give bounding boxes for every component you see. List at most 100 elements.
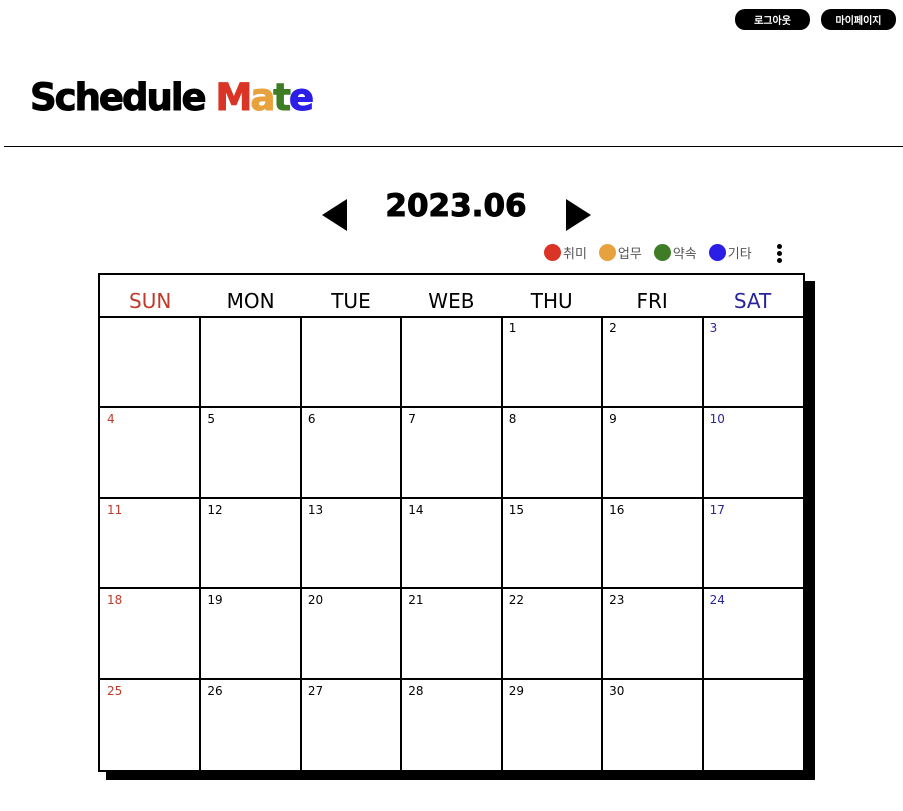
weekday-label: THU bbox=[530, 289, 573, 313]
day-number: 23 bbox=[609, 593, 625, 608]
legend-color-dot bbox=[544, 244, 561, 261]
day-cell[interactable]: 27 bbox=[301, 679, 403, 770]
day-number: 20 bbox=[307, 593, 324, 608]
day-cell[interactable]: 9 bbox=[602, 406, 704, 499]
day-number: 5 bbox=[207, 411, 216, 426]
day-number: 27 bbox=[307, 684, 324, 699]
day-cell[interactable]: 17 bbox=[702, 498, 803, 590]
month-title: 2023.06 bbox=[385, 188, 527, 225]
day-cell[interactable] bbox=[300, 316, 403, 408]
day-number: 12 bbox=[207, 502, 223, 517]
day-cell[interactable] bbox=[401, 316, 503, 408]
logo-letter: t bbox=[273, 76, 292, 120]
app-logo[interactable]: Schedule Mate bbox=[30, 76, 315, 120]
day-cell[interactable]: 11 bbox=[100, 497, 202, 590]
weekday-label: TUE bbox=[331, 289, 371, 313]
logo-letter: e bbox=[288, 76, 314, 120]
day-number: 13 bbox=[307, 502, 324, 517]
day-cell[interactable]: 30 bbox=[602, 679, 704, 770]
day-number: 29 bbox=[508, 684, 524, 699]
calendar-grid: 1 2 3 4 5 6 7 8 9 10 11 12 13 14 15 16 17 18 19 20 21 22 23 24 2… bbox=[100, 316, 803, 770]
day-number: 9 bbox=[609, 411, 617, 426]
day-number: 1 bbox=[508, 321, 517, 335]
day-cell[interactable]: 1 bbox=[501, 316, 604, 408]
day-cell[interactable]: 18 bbox=[100, 588, 202, 681]
logo-letter: a bbox=[250, 76, 276, 120]
legend-item[interactable]: 취미 bbox=[544, 243, 587, 262]
day-number: 24 bbox=[709, 593, 725, 608]
day-number: 3 bbox=[709, 321, 718, 335]
day-cell[interactable]: 13 bbox=[300, 497, 403, 590]
day-number: 2 bbox=[609, 321, 617, 335]
more-options-icon[interactable] bbox=[774, 244, 784, 264]
logo-colored-word: Mate bbox=[215, 76, 315, 120]
day-cell[interactable]: 15 bbox=[501, 497, 604, 590]
legend-color-dot bbox=[598, 244, 616, 261]
day-number: 7 bbox=[408, 411, 416, 426]
day-cell[interactable]: 2 bbox=[602, 316, 704, 408]
day-number: 8 bbox=[508, 411, 517, 426]
next-month-arrow-icon[interactable] bbox=[566, 199, 591, 231]
weekday-label: SUN bbox=[129, 289, 172, 313]
legend-item[interactable]: 약속 bbox=[653, 243, 697, 262]
day-number: 19 bbox=[207, 593, 223, 608]
day-cell[interactable]: 16 bbox=[602, 497, 704, 590]
weekday-label: SAT bbox=[733, 289, 772, 313]
legend-item[interactable]: 기타 bbox=[708, 243, 752, 262]
day-number: 14 bbox=[408, 502, 424, 517]
day-cell[interactable]: 25 bbox=[100, 679, 202, 770]
legend-color-dot bbox=[653, 244, 671, 261]
day-number: 21 bbox=[408, 593, 424, 608]
day-number: 26 bbox=[207, 684, 223, 699]
legend-label: 업무 bbox=[617, 247, 642, 262]
day-cell[interactable]: 21 bbox=[401, 588, 503, 681]
weekday-label: MON bbox=[226, 289, 275, 313]
day-cell[interactable]: 29 bbox=[502, 679, 604, 770]
day-cell[interactable]: 24 bbox=[702, 588, 803, 681]
day-cell[interactable]: 20 bbox=[300, 588, 403, 681]
prev-month-arrow-icon[interactable] bbox=[322, 199, 347, 231]
day-cell[interactable]: 22 bbox=[501, 588, 604, 681]
day-cell[interactable]: 23 bbox=[602, 588, 704, 681]
day-cell[interactable]: 5 bbox=[200, 406, 302, 499]
header-divider bbox=[4, 146, 903, 147]
day-cell[interactable]: 28 bbox=[401, 679, 503, 770]
day-number: 17 bbox=[709, 502, 725, 517]
day-cell[interactable]: 26 bbox=[200, 679, 302, 770]
day-cell[interactable]: 12 bbox=[200, 497, 302, 590]
legend-label: 약속 bbox=[672, 247, 697, 262]
day-number: 4 bbox=[107, 411, 115, 426]
day-number: 18 bbox=[107, 593, 123, 608]
day-cell[interactable]: 7 bbox=[401, 406, 503, 499]
day-cell[interactable]: 14 bbox=[401, 497, 503, 590]
day-cell[interactable] bbox=[703, 679, 803, 770]
day-cell[interactable]: 6 bbox=[300, 406, 403, 499]
category-legend: 취미 업무 약속 기타 bbox=[544, 243, 764, 262]
day-cell[interactable]: 4 bbox=[100, 406, 202, 499]
day-number: 22 bbox=[508, 593, 524, 608]
day-number: 6 bbox=[307, 411, 316, 426]
day-cell[interactable] bbox=[200, 316, 302, 408]
weekday-label: WEB bbox=[428, 289, 475, 313]
legend-label: 기타 bbox=[727, 247, 752, 262]
day-cell[interactable] bbox=[100, 316, 202, 408]
legend-item[interactable]: 업무 bbox=[598, 243, 642, 262]
day-number: 25 bbox=[107, 684, 123, 699]
legend-color-dot bbox=[708, 244, 726, 261]
logout-button[interactable]: 로그아웃 bbox=[735, 9, 810, 30]
day-cell[interactable]: 10 bbox=[702, 407, 803, 499]
day-number: 30 bbox=[609, 684, 625, 699]
day-number: 10 bbox=[709, 411, 725, 426]
logo-letter: M bbox=[215, 76, 253, 120]
weekday-label: FRI bbox=[636, 289, 668, 313]
day-cell[interactable]: 3 bbox=[702, 316, 803, 408]
day-cell[interactable]: 8 bbox=[501, 406, 604, 499]
mypage-button[interactable]: 마이페이지 bbox=[821, 9, 896, 30]
logo-text: Schedule bbox=[30, 76, 216, 120]
calendar: SUN MON TUE WEB THU FRI SAT 1 2 3 4 5 6 7 8 9 10 11 12 13 1… bbox=[98, 273, 805, 772]
day-number: 15 bbox=[508, 502, 524, 517]
legend-label: 취미 bbox=[563, 247, 587, 262]
day-number: 28 bbox=[408, 684, 424, 699]
weekday-header: SUN MON TUE WEB THU FRI SAT bbox=[100, 275, 803, 318]
day-cell[interactable]: 19 bbox=[200, 588, 302, 681]
